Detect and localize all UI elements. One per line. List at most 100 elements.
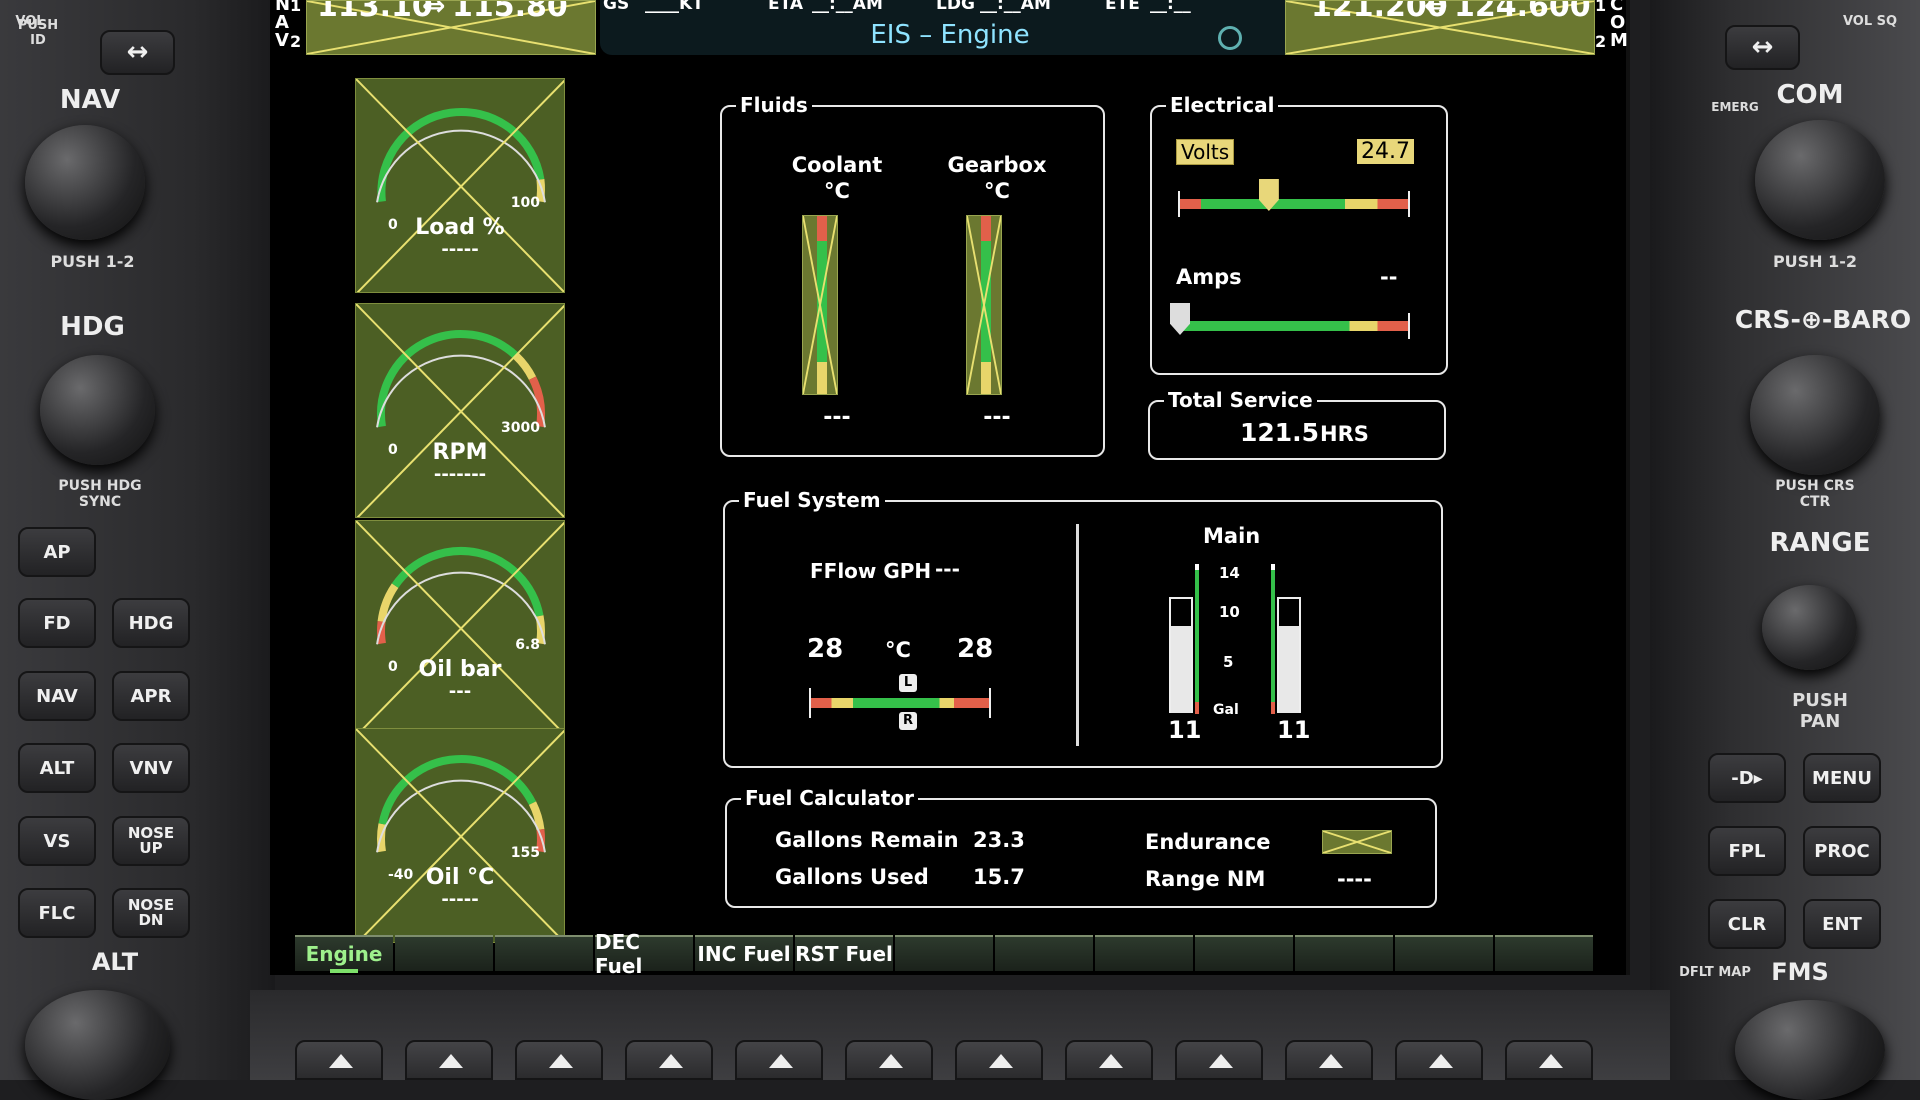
com-frequency-box[interactable]: 121.200 ⇔ 124.600 [1285, 0, 1595, 55]
nav-active-freq: 113.10 [317, 0, 433, 24]
volts-scale-left-tick [1178, 191, 1180, 217]
alt-button[interactable]: ALT [18, 743, 96, 793]
hw-softkey-1[interactable] [295, 1040, 383, 1080]
softkey-5[interactable]: INC Fuel [695, 935, 793, 971]
right-tank-fill [1279, 626, 1299, 713]
fpl-button[interactable]: FPL [1708, 826, 1786, 876]
softkey-7[interactable] [895, 935, 993, 971]
ldg-label: LDG [936, 0, 975, 14]
gauge-arc-segment [378, 755, 537, 825]
gallons-used-label: Gallons Used [775, 865, 929, 889]
vs-button[interactable]: VS [18, 816, 96, 866]
ap-button[interactable]: AP [18, 527, 96, 577]
softkey-6[interactable]: RST Fuel [795, 935, 893, 971]
fd-button[interactable]: FD [18, 598, 96, 648]
gauge-dial [356, 729, 564, 942]
ent-button[interactable]: ENT [1803, 899, 1881, 949]
range-label: RANGE [1769, 528, 1871, 558]
com-knob[interactable] [1755, 120, 1885, 240]
gauge-name: RPM [432, 440, 488, 465]
nav-frequency-box[interactable]: 113.10 ⇔ 115.80 [306, 0, 596, 55]
volts-value: 24.7 [1357, 139, 1414, 164]
hw-softkey-5[interactable] [735, 1040, 823, 1080]
com-swap-button[interactable]: ↔ [1725, 25, 1800, 70]
active-softkey-indicator [330, 969, 358, 973]
ldg-value: __:__AM [980, 0, 1051, 14]
right-tank-gauge [1277, 597, 1301, 713]
hw-softkey-3[interactable] [515, 1040, 603, 1080]
apr-button[interactable]: APR [112, 671, 190, 721]
ete-value: __:__ [1150, 0, 1191, 14]
range-knob[interactable] [1762, 585, 1857, 670]
softkey-bar: Engine DEC Fuel INC Fuel RST Fuel [295, 930, 1595, 978]
menu-button[interactable]: MENU [1803, 753, 1881, 803]
coolant-label: Coolant [791, 153, 883, 177]
nav-knob[interactable] [25, 125, 145, 240]
gauge-max-label: 6.8 [515, 637, 540, 653]
proc-button[interactable]: PROC [1803, 826, 1881, 876]
gearbox-unit: °C [984, 179, 1010, 203]
fuel-temp-unit: °C [885, 638, 911, 662]
hw-softkey-9[interactable] [1175, 1040, 1263, 1080]
softkey-2[interactable] [395, 935, 493, 971]
crs-baro-knob[interactable] [1750, 355, 1880, 475]
com-swap-icon: ⇔ [1424, 0, 1448, 22]
gauge-arc-segment [377, 108, 545, 202]
gallons-remain-value: 23.3 [973, 828, 1025, 852]
fms-label: FMS [1771, 958, 1829, 986]
gauge-dial [356, 521, 564, 734]
push-1-2-right-label: PUSH 1-2 [1772, 252, 1858, 271]
gauge-name: Oil °C [425, 865, 495, 890]
vnv-button[interactable]: VNV [112, 743, 190, 793]
softkey-13[interactable] [1495, 935, 1593, 971]
com-knob-label: COM [1776, 80, 1844, 110]
softkey-10[interactable] [1195, 935, 1293, 971]
direct-to-button[interactable]: -D▸ [1708, 753, 1786, 803]
hw-softkey-11[interactable] [1395, 1040, 1483, 1080]
gauge-1: 0 3000 RPM ------- [355, 303, 565, 518]
nose-up-button[interactable]: NOSE UP [112, 816, 190, 866]
hdg-knob[interactable] [40, 355, 155, 465]
nav-button[interactable]: NAV [18, 671, 96, 721]
fuel-calculator-title: Fuel Calculator [741, 786, 918, 810]
amps-scale-right-tick [1408, 313, 1410, 339]
eta-value: __:__AM [812, 0, 883, 14]
nav-swap-button[interactable]: ↔ [100, 30, 175, 75]
alt-knob[interactable] [25, 990, 170, 1100]
flc-button[interactable]: FLC [18, 888, 96, 938]
gauge-value: ----- [441, 239, 479, 260]
softkey-1[interactable]: Engine [295, 935, 393, 973]
softkey-4[interactable]: DEC Fuel [595, 930, 693, 978]
softkey-8[interactable] [995, 935, 1093, 971]
crs-baro-label: CRS-⊕-BARO [1734, 305, 1912, 334]
softkey-9[interactable] [1095, 935, 1193, 971]
nav-num-2: 2 [290, 32, 302, 51]
nose-dn-button[interactable]: NOSE DN [112, 888, 190, 938]
hw-softkey-7[interactable] [955, 1040, 1043, 1080]
gauge-2: 0 6.8 Oil bar --- [355, 520, 565, 735]
hw-softkey-8[interactable] [1065, 1040, 1153, 1080]
hw-softkey-2[interactable] [405, 1040, 493, 1080]
hw-softkey-10[interactable] [1285, 1040, 1373, 1080]
softkey-12[interactable] [1395, 935, 1493, 971]
hw-softkey-6[interactable] [845, 1040, 933, 1080]
softkey-11[interactable] [1295, 935, 1393, 971]
hdg-button[interactable]: HDG [112, 598, 190, 648]
total-service-value: 121.5 [1240, 418, 1320, 447]
volts-label: Volts [1176, 139, 1235, 165]
hw-softkey-12[interactable] [1505, 1040, 1593, 1080]
gallons-remain-label: Gallons Remain [775, 828, 959, 852]
nav-data-bar: GS ____KT ETA __:__AM LDG __:__AM ETE __… [600, 0, 1300, 55]
electrical-title: Electrical [1166, 93, 1279, 117]
fms-knob[interactable] [1735, 1000, 1885, 1100]
volts-scale [1178, 199, 1410, 209]
coolant-unit: °C [824, 179, 850, 203]
softkey-3[interactable] [495, 935, 593, 971]
fuel-temp-scale-left-tick [809, 688, 811, 718]
clr-button[interactable]: CLR [1708, 899, 1786, 949]
gauge-outer-arc [376, 354, 546, 428]
vol-sq-label: VOL SQ [1842, 14, 1898, 29]
left-tank-scale [1195, 564, 1199, 714]
hw-softkey-4[interactable] [625, 1040, 713, 1080]
nav-side-label: N A V [275, 0, 291, 51]
